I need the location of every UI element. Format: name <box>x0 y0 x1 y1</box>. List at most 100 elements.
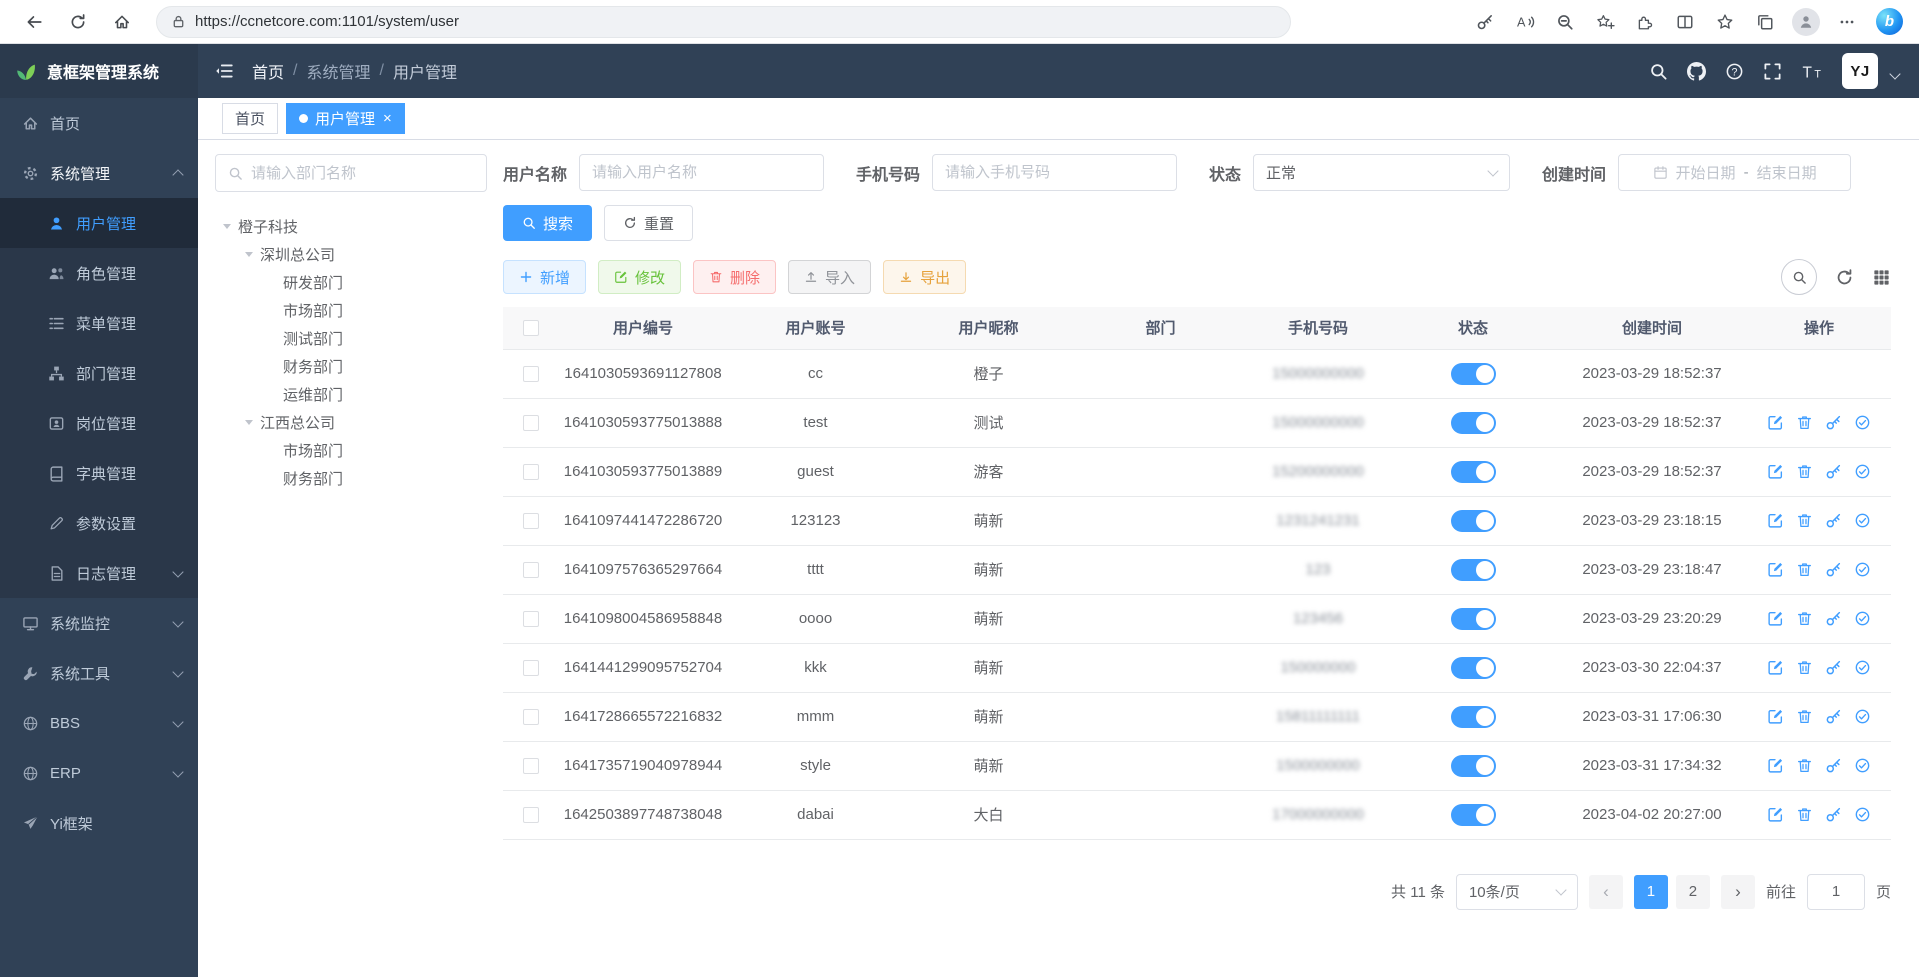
row-assign-role-button[interactable] <box>1854 561 1871 578</box>
chevron-down-icon[interactable] <box>1889 68 1900 79</box>
row-reset-password-button[interactable] <box>1825 463 1842 480</box>
tree-node[interactable]: 市场部门 <box>215 296 487 324</box>
copilot-icon[interactable]: b <box>1876 8 1903 35</box>
zoom-button[interactable] <box>1548 5 1582 39</box>
status-toggle[interactable] <box>1451 412 1496 434</box>
username-input[interactable] <box>579 154 824 191</box>
read-aloud-button[interactable]: A <box>1508 5 1542 39</box>
next-page-button[interactable]: › <box>1721 875 1755 909</box>
row-checkbox[interactable] <box>523 366 539 382</box>
favorites-button[interactable] <box>1708 5 1742 39</box>
goto-page-input[interactable] <box>1807 874 1865 910</box>
row-checkbox[interactable] <box>523 807 539 823</box>
status-toggle[interactable] <box>1451 559 1496 581</box>
row-edit-button[interactable] <box>1767 463 1784 480</box>
refresh-table-button[interactable] <box>1835 268 1854 287</box>
status-toggle[interactable] <box>1451 510 1496 532</box>
reset-button[interactable]: 重置 <box>604 205 693 241</box>
sidebar-item-post[interactable]: 岗位管理 <box>0 398 198 448</box>
collections-button[interactable] <box>1748 5 1782 39</box>
browser-profile-avatar[interactable] <box>1792 8 1820 36</box>
row-delete-button[interactable] <box>1796 512 1813 529</box>
row-edit-button[interactable] <box>1767 708 1784 725</box>
font-size-icon[interactable]: TT <box>1801 62 1823 81</box>
import-button[interactable]: 导入 <box>788 260 871 294</box>
tree-node[interactable]: 运维部门 <box>215 380 487 408</box>
row-reset-password-button[interactable] <box>1825 512 1842 529</box>
add-button[interactable]: 新增 <box>503 260 586 294</box>
browser-back-button[interactable] <box>16 4 52 40</box>
row-checkbox[interactable] <box>523 464 539 480</box>
row-reset-password-button[interactable] <box>1825 659 1842 676</box>
edit-button[interactable]: 修改 <box>598 260 681 294</box>
password-key-button[interactable] <box>1468 5 1502 39</box>
tree-node[interactable]: 测试部门 <box>215 324 487 352</box>
tree-node[interactable]: 财务部门 <box>215 464 487 492</box>
status-select[interactable]: 正常 <box>1253 154 1510 191</box>
row-edit-button[interactable] <box>1767 414 1784 431</box>
tree-node[interactable]: 研发部门 <box>215 268 487 296</box>
caret-down-icon[interactable] <box>245 252 253 261</box>
sidebar-item-yiframe[interactable]: Yi框架 <box>0 798 198 848</box>
sidebar-toggle-button[interactable] <box>214 61 234 81</box>
user-avatar[interactable]: YJ <box>1842 53 1878 89</box>
sidebar-item-role[interactable]: 角色管理 <box>0 248 198 298</box>
tab-user-manage[interactable]: 用户管理× <box>286 103 405 134</box>
tree-node[interactable]: 财务部门 <box>215 352 487 380</box>
prev-page-button[interactable]: ‹ <box>1589 875 1623 909</box>
row-delete-button[interactable] <box>1796 806 1813 823</box>
row-delete-button[interactable] <box>1796 757 1813 774</box>
row-edit-button[interactable] <box>1767 806 1784 823</box>
select-all-checkbox[interactable] <box>523 320 539 336</box>
sidebar-item-erp[interactable]: ERP <box>0 748 198 798</box>
row-checkbox[interactable] <box>523 415 539 431</box>
row-delete-button[interactable] <box>1796 561 1813 578</box>
sidebar-item-menu[interactable]: 菜单管理 <box>0 298 198 348</box>
row-assign-role-button[interactable] <box>1854 610 1871 627</box>
caret-down-icon[interactable] <box>223 224 231 233</box>
sidebar-item-monitor[interactable]: 系统监控 <box>0 598 198 648</box>
status-toggle[interactable] <box>1451 804 1496 826</box>
row-delete-button[interactable] <box>1796 659 1813 676</box>
caret-down-icon[interactable] <box>245 420 253 429</box>
status-toggle[interactable] <box>1451 363 1496 385</box>
row-assign-role-button[interactable] <box>1854 659 1871 676</box>
sidebar-item-log[interactable]: 日志管理 <box>0 548 198 598</box>
row-reset-password-button[interactable] <box>1825 708 1842 725</box>
sidebar-item-home[interactable]: 首页 <box>0 98 198 148</box>
header-search-icon[interactable] <box>1649 62 1668 81</box>
status-toggle[interactable] <box>1451 657 1496 679</box>
row-edit-button[interactable] <box>1767 561 1784 578</box>
status-toggle[interactable] <box>1451 755 1496 777</box>
row-delete-button[interactable] <box>1796 610 1813 627</box>
row-reset-password-button[interactable] <box>1825 610 1842 627</box>
phone-input[interactable] <box>932 154 1177 191</box>
row-delete-button[interactable] <box>1796 414 1813 431</box>
sidebar-item-tool[interactable]: 系统工具 <box>0 648 198 698</box>
date-range-input[interactable]: 开始日期 - 结束日期 <box>1618 154 1851 191</box>
row-assign-role-button[interactable] <box>1854 708 1871 725</box>
sidebar-item-system[interactable]: 系统管理 <box>0 148 198 198</box>
sidebar-item-dept[interactable]: 部门管理 <box>0 348 198 398</box>
row-reset-password-button[interactable] <box>1825 757 1842 774</box>
browser-home-button[interactable] <box>104 4 140 40</box>
row-delete-button[interactable] <box>1796 463 1813 480</box>
search-button[interactable]: 搜索 <box>503 205 592 241</box>
row-edit-button[interactable] <box>1767 610 1784 627</box>
sidebar-item-bbs[interactable]: BBS <box>0 698 198 748</box>
extensions-button[interactable] <box>1628 5 1662 39</box>
row-edit-button[interactable] <box>1767 512 1784 529</box>
export-button[interactable]: 导出 <box>883 260 966 294</box>
sidebar-item-param[interactable]: 参数设置 <box>0 498 198 548</box>
help-icon[interactable]: ? <box>1725 62 1744 81</box>
status-toggle[interactable] <box>1451 608 1496 630</box>
row-reset-password-button[interactable] <box>1825 561 1842 578</box>
row-checkbox[interactable] <box>523 709 539 725</box>
sidebar-item-user[interactable]: 用户管理 <box>0 198 198 248</box>
row-checkbox[interactable] <box>523 758 539 774</box>
row-delete-button[interactable] <box>1796 708 1813 725</box>
add-favorite-button[interactable] <box>1588 5 1622 39</box>
row-checkbox[interactable] <box>523 562 539 578</box>
tab-home[interactable]: 首页 <box>222 103 278 134</box>
browser-settings-more-button[interactable] <box>1830 5 1864 39</box>
